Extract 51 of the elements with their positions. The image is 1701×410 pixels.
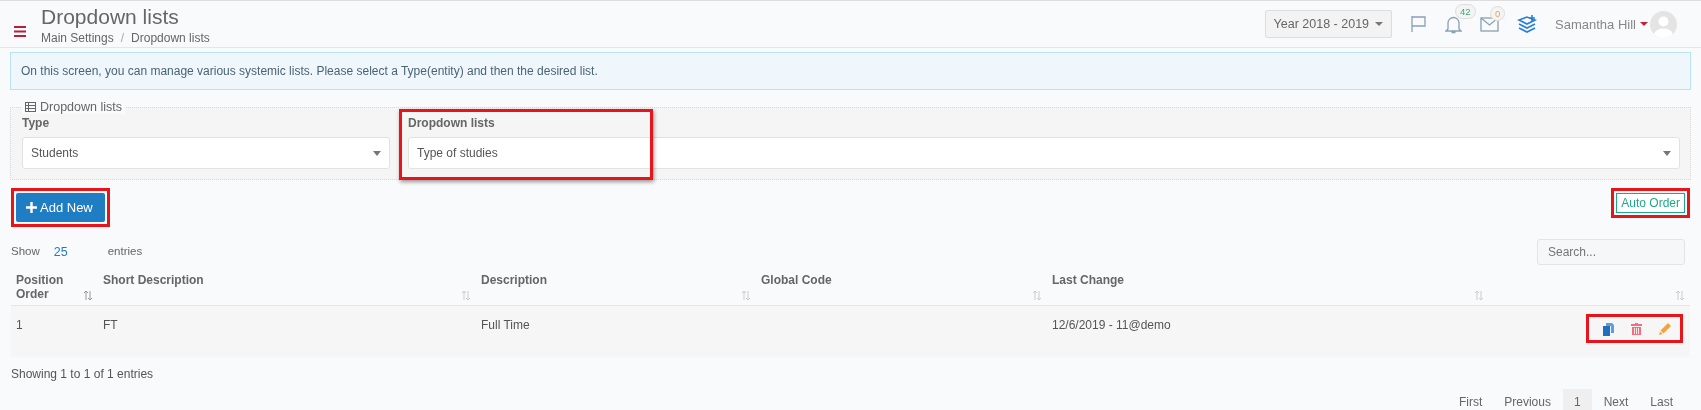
menu-icon[interactable] [14, 25, 26, 37]
pagination-button[interactable]: Last [1640, 389, 1683, 410]
sort-icon[interactable] [1475, 291, 1483, 300]
avatar-icon[interactable] [1650, 10, 1677, 38]
column-header[interactable]: Short Description [98, 269, 476, 306]
year-dropdown[interactable]: Year 2018 - 2019 [1264, 10, 1393, 38]
breadcrumb-item[interactable]: Main Settings [41, 30, 114, 45]
message-count: 0 [1490, 5, 1506, 21]
layers-icon[interactable] [1517, 14, 1538, 34]
sort-icon[interactable] [462, 291, 470, 300]
info-message: On this screen, you can manage various systemic lists. Please select a Type(entity) and then the desired list. [10, 52, 1691, 90]
column-header[interactable]: Last Change [1047, 269, 1489, 306]
copy-icon[interactable] [1603, 323, 1614, 336]
auto-order-button[interactable]: Auto Order [1616, 193, 1685, 213]
plus-icon [26, 202, 37, 213]
entries-label: entries [107, 245, 143, 259]
flag-icon[interactable] [1410, 15, 1428, 33]
column-header[interactable]: Position Order [11, 269, 98, 306]
show-label: Show [11, 245, 40, 259]
pagination-button[interactable]: 1 [1562, 389, 1592, 410]
notification-count: 42 [1455, 3, 1476, 19]
column-header[interactable]: Global Code [756, 269, 1047, 306]
table-cell: 1 [11, 305, 98, 357]
select-field[interactable]: Type of studies [408, 137, 1680, 169]
sort-icon[interactable] [1033, 291, 1041, 300]
field-label: Type [22, 116, 51, 130]
bell-icon[interactable] [1445, 14, 1463, 34]
sort-icon[interactable] [84, 291, 92, 300]
pagination-button[interactable]: First [1448, 389, 1493, 410]
pagination-button[interactable]: Previous [1494, 389, 1561, 410]
panel-legend: Dropdown lists [22, 100, 125, 114]
search-field[interactable]: Search... [1537, 239, 1685, 265]
select-field[interactable]: Students [22, 137, 390, 169]
sort-icon[interactable] [742, 291, 750, 300]
pencil-icon[interactable] [1659, 323, 1671, 335]
page-title: Dropdown lists [41, 3, 180, 29]
table-cell: Full Time [476, 305, 756, 357]
pagination-button[interactable]: Next [1593, 389, 1639, 410]
table-cell: 12/6/2019 - 11@demo [1047, 305, 1489, 357]
sort-icon[interactable] [1676, 291, 1684, 300]
table-cell: FT [98, 305, 476, 357]
page-length-select[interactable]: 25 [53, 245, 68, 259]
column-header[interactable]: Description [476, 269, 756, 306]
breadcrumb-item: Dropdown lists [131, 30, 210, 45]
table-icon [25, 102, 36, 112]
envelope-icon[interactable] [1480, 16, 1500, 32]
trash-icon[interactable] [1631, 323, 1642, 335]
breadcrumb-separator: / [120, 30, 125, 45]
add-new-button[interactable]: Add New [16, 193, 105, 222]
field-label: Dropdown lists [408, 116, 496, 130]
table-info: Showing 1 to 1 of 1 entries [11, 367, 155, 381]
